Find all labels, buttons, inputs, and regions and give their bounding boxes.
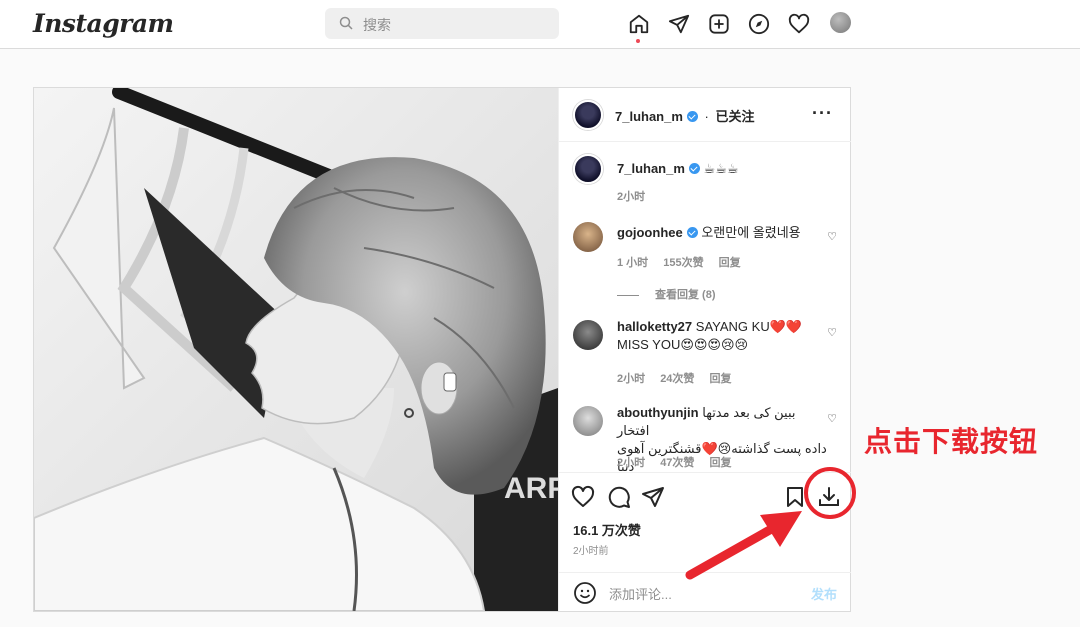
explore-icon[interactable] xyxy=(746,11,772,37)
post-photo[interactable]: ARP xyxy=(34,88,558,611)
author-line: 7_luhan_m · 已关注 xyxy=(615,109,755,124)
commenter-avatar[interactable] xyxy=(573,320,603,350)
comments-list[interactable]: 7_luhan_m ☕☕☕ 2小时 gojoonhee 오랜만에 올렸네용 ♡ … xyxy=(559,142,851,472)
comment-meta: 1 小时 155次赞 回复 xyxy=(617,257,741,269)
comment-bubble-icon[interactable] xyxy=(607,485,633,511)
annotation-text: 点击下载按钮 xyxy=(864,426,1039,457)
caption-time: 2小时 xyxy=(617,191,646,203)
author-avatar[interactable] xyxy=(573,100,603,130)
reply-button[interactable]: 回复 xyxy=(710,373,732,385)
home-icon[interactable] xyxy=(626,11,652,37)
search-icon xyxy=(339,16,353,30)
verified-badge-icon xyxy=(686,227,698,238)
instagram-logo[interactable]: Instagram xyxy=(33,9,174,38)
verified-badge-icon xyxy=(688,163,700,174)
activity-heart-icon[interactable] xyxy=(786,11,812,37)
view-replies-button[interactable]: 查看回复 (8) xyxy=(617,286,716,302)
profile-avatar[interactable] xyxy=(830,12,851,33)
reply-button[interactable]: 回复 xyxy=(710,457,732,469)
comment-item: halloketty27 SAYANG KU❤️❤️ MISS YOU😍😍😍😢😢… xyxy=(573,318,843,388)
comment-like-icon[interactable]: ♡ xyxy=(827,230,837,243)
caption: 7_luhan_m ☕☕☕ 2小时 xyxy=(573,154,843,204)
commenter-avatar[interactable] xyxy=(573,406,603,436)
direct-message-icon[interactable] xyxy=(666,11,692,37)
commenter-avatar[interactable] xyxy=(573,222,603,252)
emoji-icon[interactable] xyxy=(573,581,597,605)
more-options-icon[interactable]: ··· xyxy=(812,103,833,124)
top-nav-bar: Instagram 搜索 xyxy=(0,0,1080,49)
comment-like-icon[interactable]: ♡ xyxy=(827,326,837,339)
verified-badge-icon xyxy=(686,111,698,122)
comment-like-icon[interactable]: ♡ xyxy=(827,412,837,425)
download-icon[interactable] xyxy=(817,485,843,511)
new-post-icon[interactable] xyxy=(706,11,732,37)
author-username[interactable]: 7_luhan_m xyxy=(615,109,683,124)
comment-text: gojoonhee 오랜만에 올렸네용 xyxy=(617,225,801,240)
post-header: 7_luhan_m · 已关注 ··· xyxy=(559,88,851,142)
follow-status[interactable]: 已关注 xyxy=(716,109,755,124)
search-placeholder: 搜索 xyxy=(363,17,391,33)
comment-input[interactable]: 添加评论... xyxy=(609,584,672,603)
caption-text: 7_luhan_m ☕☕☕ xyxy=(617,161,739,176)
comment-item: gojoonhee 오랜만에 올렸네용 ♡ 1 小时 155次赞 回复 查看回复… xyxy=(573,222,843,302)
search-box[interactable]: 搜索 xyxy=(325,8,559,39)
comment-meta: 2小时 47次赞 回复 xyxy=(617,457,732,469)
share-icon[interactable] xyxy=(641,485,667,511)
comment-item: abouthyunjin ببین کی بعد مدتها افتخار دا… xyxy=(573,404,843,472)
comment-meta: 2小时 24次赞 回复 xyxy=(617,373,732,385)
likes-count[interactable]: 16.1 万次赞 xyxy=(573,520,641,539)
active-indicator-dot xyxy=(636,39,640,43)
caption-avatar[interactable] xyxy=(573,154,603,184)
annotation-arrow xyxy=(685,511,802,580)
reply-button[interactable]: 回复 xyxy=(719,257,741,269)
post-comment-button[interactable]: 发布 xyxy=(811,584,837,603)
like-heart-icon[interactable] xyxy=(571,485,597,511)
svg-text:ARP: ARP xyxy=(504,472,558,505)
comment-text: halloketty27 SAYANG KU❤️❤️ MISS YOU😍😍😍😢😢 xyxy=(617,319,803,352)
post-time: 2小时前 xyxy=(573,546,609,557)
